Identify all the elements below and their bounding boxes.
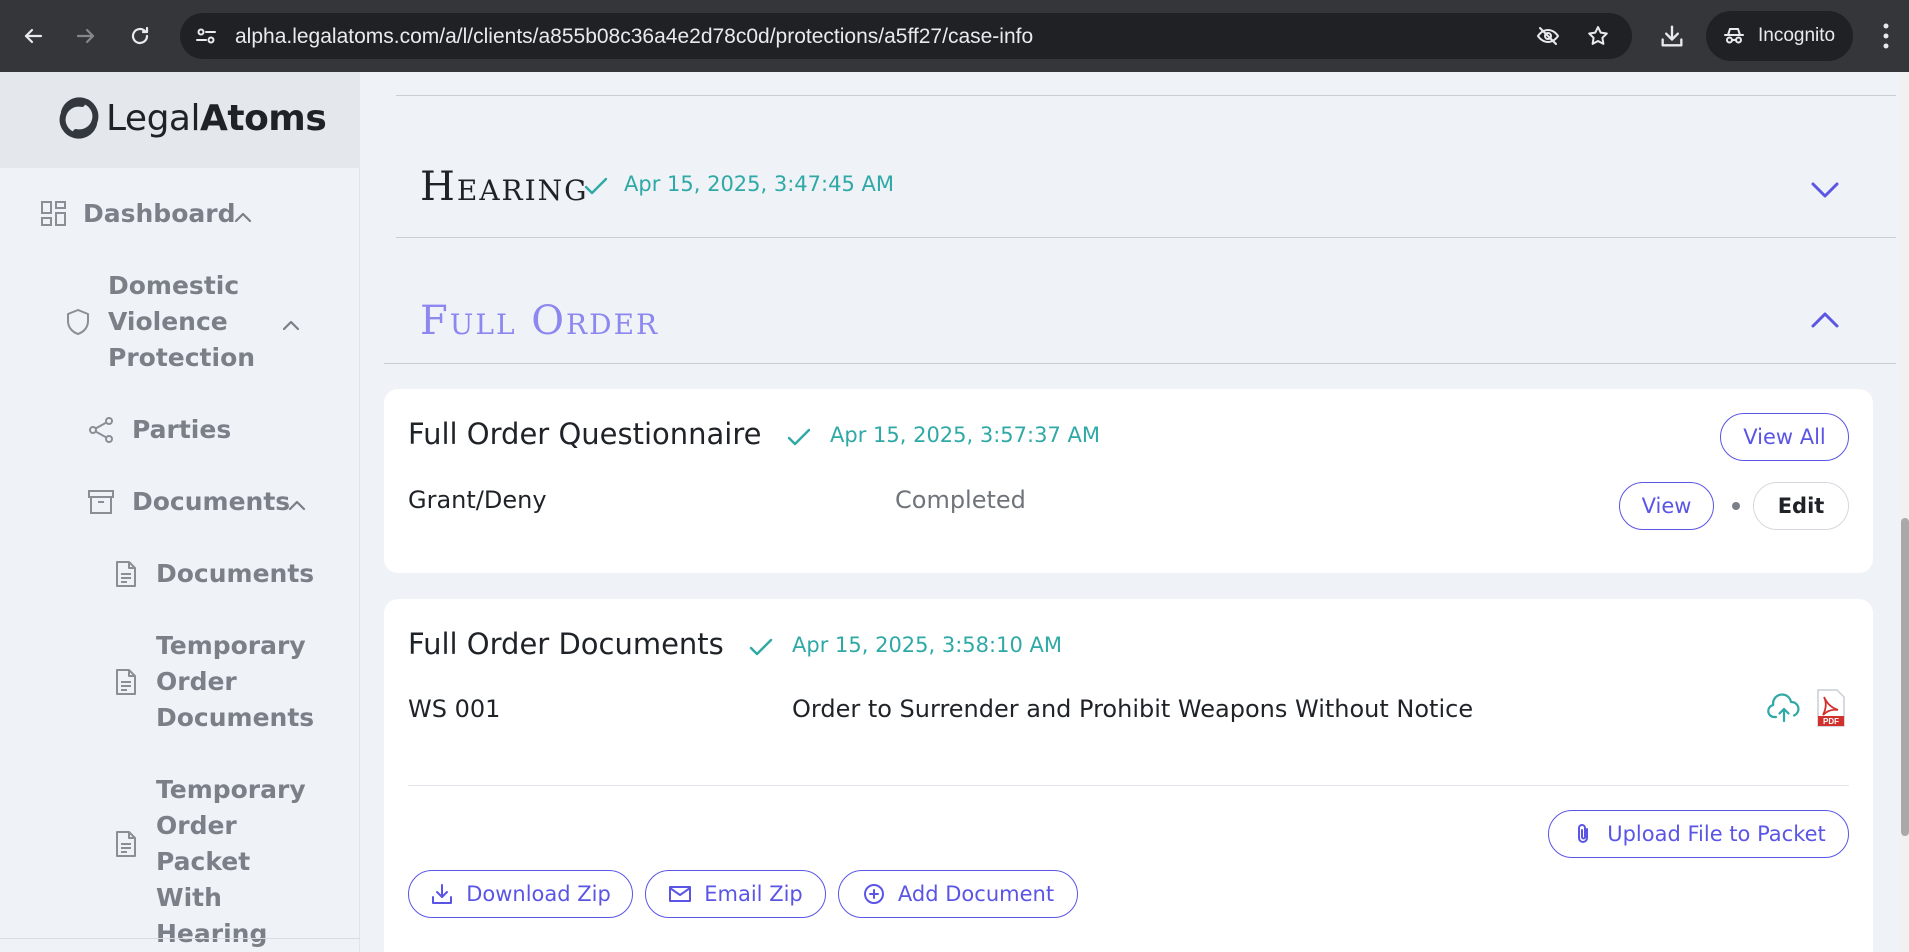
mail-icon (668, 882, 692, 906)
download-icon[interactable] (1658, 22, 1686, 50)
button-label: Download Zip (466, 882, 611, 906)
questionnaire-card: Full Order Questionnaire Apr 15, 2025, 3… (384, 389, 1873, 573)
document-name: Order to Surrender and Prohibit Weapons … (792, 695, 1474, 723)
browser-toolbar: alpha.legalatoms.com/a/l/clients/a855b08… (0, 0, 1909, 72)
scrollbar-thumb[interactable] (1901, 518, 1909, 836)
sidebar-item-label: Temporary Order Packet With Hearing (156, 775, 306, 948)
download-icon (430, 882, 454, 906)
incognito-label: Incognito (1758, 25, 1836, 46)
chevron-up-icon[interactable] (286, 491, 308, 513)
sidebar-item-label: Domestic Violence Protection (108, 271, 256, 372)
url-text[interactable]: alpha.legalatoms.com/a/l/clients/a855b08… (235, 25, 1033, 49)
star-icon[interactable] (1586, 24, 1610, 48)
forward-icon[interactable] (66, 16, 106, 56)
card-title: Full Order Questionnaire (408, 417, 762, 451)
archive-icon (87, 488, 115, 516)
file-icon (112, 560, 140, 588)
incognito-icon (1722, 24, 1746, 48)
check-icon (747, 633, 775, 661)
reload-icon[interactable] (120, 16, 160, 56)
section-title-full-order[interactable]: Full Order (420, 298, 659, 344)
sidebar-item-label: Dashboard (83, 199, 236, 228)
chevron-up-icon[interactable] (232, 203, 254, 225)
page-scrollbar[interactable] (1900, 72, 1909, 952)
sidebar-divider (0, 938, 360, 939)
section-divider (384, 363, 1896, 364)
svg-text:PDF: PDF (1823, 717, 1839, 726)
shield-icon (64, 308, 92, 336)
separator-dot (1732, 502, 1740, 510)
button-label: Add Document (897, 882, 1055, 906)
view-button[interactable]: View (1619, 482, 1714, 530)
address-bar[interactable]: alpha.legalatoms.com/a/l/clients/a855b08… (180, 13, 1632, 59)
documents-timestamp: Apr 15, 2025, 3:58:10 AM (792, 633, 1062, 657)
edit-button[interactable]: Edit (1753, 482, 1849, 530)
questionnaire-timestamp: Apr 15, 2025, 3:57:37 AM (830, 423, 1100, 447)
hearing-timestamp: Apr 15, 2025, 3:47:45 AM (624, 172, 894, 196)
sidebar: LegalAtoms Dashboard Domestic Violence P… (0, 72, 360, 952)
sidebar-item-label: Documents (156, 559, 315, 588)
pdf-icon[interactable]: PDF (1816, 689, 1846, 727)
section-divider (396, 237, 1896, 238)
plus-circle-icon (862, 882, 886, 906)
section-divider (396, 95, 1896, 96)
document-code: WS 001 (408, 695, 501, 723)
incognito-badge[interactable]: Incognito (1706, 11, 1853, 61)
paperclip-icon (1571, 822, 1595, 846)
brand-logo[interactable]: LegalAtoms (0, 72, 360, 168)
file-icon (112, 830, 140, 858)
questionnaire-row-status: Completed (895, 486, 1026, 514)
card-divider (408, 785, 1849, 786)
download-zip-button[interactable]: Download Zip (408, 870, 633, 918)
add-document-button[interactable]: Add Document (838, 870, 1078, 918)
check-icon (785, 423, 813, 451)
main-content: Hearing Apr 15, 2025, 3:47:45 AM Full Or… (360, 72, 1909, 952)
check-icon (582, 172, 610, 200)
share-icon (87, 416, 115, 444)
site-settings-icon[interactable] (194, 24, 218, 48)
sidebar-item-label: Documents (132, 487, 291, 516)
chevron-down-icon[interactable] (1807, 172, 1843, 208)
section-title-hearing[interactable]: Hearing (420, 164, 589, 210)
eye-off-icon[interactable] (1536, 24, 1560, 48)
questionnaire-row-name: Grant/Deny (408, 486, 547, 514)
chevron-up-icon[interactable] (1807, 302, 1843, 338)
upload-file-to-packet-button[interactable]: Upload File to Packet (1548, 810, 1849, 858)
documents-card: Full Order Documents Apr 15, 2025, 3:58:… (384, 599, 1873, 952)
brand-name: LegalAtoms (106, 98, 327, 139)
grid-icon (40, 200, 68, 228)
view-all-button[interactable]: View All (1720, 413, 1849, 461)
kebab-menu-icon[interactable] (1874, 20, 1898, 52)
file-icon (112, 668, 140, 696)
back-icon[interactable] (13, 16, 53, 56)
sidebar-item-label: Temporary Order Documents (156, 631, 315, 732)
legalatoms-logo-icon (52, 96, 100, 144)
chevron-up-icon[interactable] (280, 311, 302, 333)
cloud-upload-icon[interactable] (1766, 691, 1802, 727)
sidebar-item-label: Parties (132, 415, 232, 444)
button-label: Upload File to Packet (1607, 822, 1826, 846)
card-title: Full Order Documents (408, 627, 724, 661)
email-zip-button[interactable]: Email Zip (645, 870, 826, 918)
button-label: Email Zip (704, 882, 803, 906)
